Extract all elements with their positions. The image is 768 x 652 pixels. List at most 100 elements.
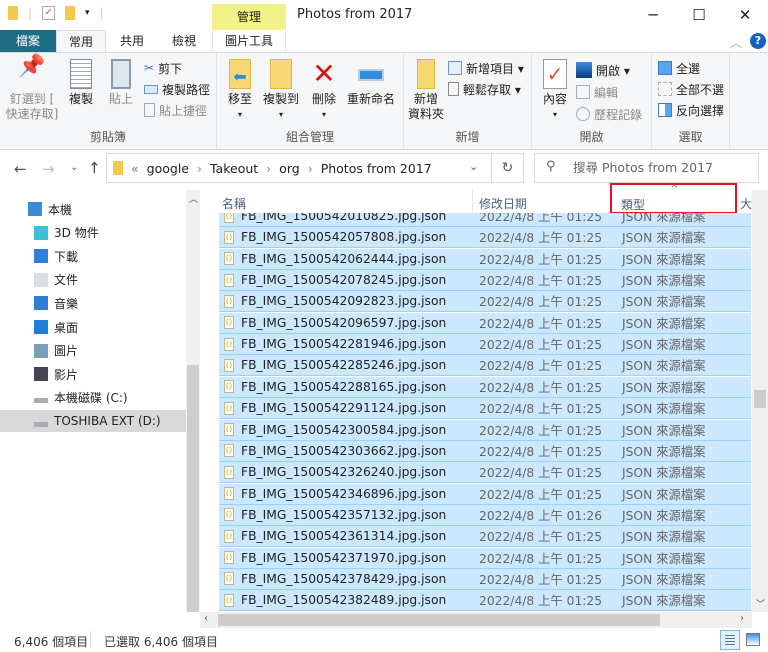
column-type[interactable]: 類型	[621, 196, 645, 213]
delete-button[interactable]: ✕ 刪除 ▾	[309, 59, 339, 122]
paste-shortcut-button[interactable]: 貼上捷徑	[144, 101, 207, 119]
tab-picture-tools[interactable]: 圖片工具	[212, 30, 286, 52]
cut-button[interactable]: ✂ 剪下	[144, 59, 182, 77]
file-row[interactable]: {} FB_IMG_1500542078245.jpg.json 2022/4/8 …	[219, 270, 751, 292]
file-row[interactable]: {} FB_IMG_1500542326240.jpg.json 2022/4/8 …	[219, 462, 751, 484]
nav-item[interactable]: 音樂	[0, 292, 186, 314]
edit-button[interactable]: 編輯	[576, 83, 618, 101]
tab-file[interactable]: 檔案	[0, 30, 56, 52]
easy-access-button[interactable]: 輕鬆存取 ▾	[448, 80, 521, 98]
new-item-button[interactable]: 新增項目 ▾	[448, 59, 524, 77]
help-icon[interactable]: ?	[750, 33, 766, 49]
image-open-icon	[576, 62, 592, 78]
file-row[interactable]: {} FB_IMG_1500542010825.jpg.json 2022/4/8 …	[219, 213, 751, 227]
file-row[interactable]: {} FB_IMG_1500542346896.jpg.json 2022/4/8 …	[219, 483, 751, 505]
rename-button[interactable]: 重新命名	[345, 59, 397, 107]
nav-scrollbar[interactable]: ︿	[186, 190, 200, 612]
invert-selection-button[interactable]: 反向選擇	[658, 101, 724, 119]
refresh-button[interactable]: ↻	[491, 154, 523, 182]
list-scrollbar-thumb[interactable]	[754, 390, 766, 408]
tab-home[interactable]: 常用	[56, 30, 106, 52]
pin-quick-access-button[interactable]: 📌 釘選到 [快速存取]	[4, 56, 60, 122]
file-row[interactable]: {} FB_IMG_1500542371970.jpg.json 2022/4/8 …	[219, 547, 751, 569]
column-size[interactable]: 大	[740, 195, 752, 212]
address-bar[interactable]: « google › Takeout › org › Photos from 2017…	[106, 153, 524, 183]
nav-item[interactable]: 文件	[0, 269, 186, 291]
json-file-icon: {}	[224, 316, 234, 330]
column-name[interactable]: 名稱	[222, 195, 246, 212]
new-folder-icon	[417, 59, 435, 89]
horizontal-scrollbar-thumb[interactable]	[218, 614, 660, 626]
details-view-button[interactable]	[720, 630, 740, 650]
file-row[interactable]: {} FB_IMG_1500542300584.jpg.json 2022/4/8 …	[219, 419, 751, 441]
nav-item[interactable]: 本機	[0, 198, 186, 220]
nav-item[interactable]: 3D 物件	[0, 222, 186, 244]
new-folder-icon[interactable]	[65, 6, 76, 20]
file-row[interactable]: {} FB_IMG_1500542361314.jpg.json 2022/4/8 …	[219, 526, 751, 548]
tab-share[interactable]: 共用	[110, 30, 154, 52]
context-tab-manage[interactable]: 管理	[212, 4, 286, 30]
forward-button[interactable]: →	[42, 160, 55, 178]
file-row[interactable]: {} FB_IMG_1500542378429.jpg.json 2022/4/8 …	[219, 568, 751, 590]
nav-item[interactable]: TOSHIBA EXT (D:)	[0, 410, 186, 433]
file-row[interactable]: {} FB_IMG_1500542281946.jpg.json 2022/4/8 …	[219, 334, 751, 356]
file-row[interactable]: {} FB_IMG_1500542092823.jpg.json 2022/4/8 …	[219, 291, 751, 313]
breadcrumb-takeout[interactable]: Takeout	[210, 161, 258, 176]
paste-button[interactable]: 貼上	[104, 59, 138, 107]
breadcrumb-google[interactable]: google	[147, 161, 189, 176]
customize-qat-icon[interactable]: ▾	[85, 8, 90, 18]
json-file-icon: {}	[224, 380, 234, 394]
file-row[interactable]: {} FB_IMG_1500542096597.jpg.json 2022/4/8 …	[219, 312, 751, 334]
select-all-button[interactable]: 全選	[658, 59, 700, 77]
list-vertical-scrollbar[interactable]: ﹀	[752, 190, 768, 612]
up-button[interactable]: ↑	[88, 159, 101, 177]
copy-button[interactable]: 複製	[64, 59, 98, 107]
select-none-button[interactable]: 全部不選	[658, 80, 724, 98]
collapse-ribbon-icon[interactable]: ︿	[730, 34, 742, 51]
properties-button[interactable]: ✓ 內容 ▾	[538, 59, 572, 122]
file-row[interactable]: {} FB_IMG_1500542288165.jpg.json 2022/4/8 …	[219, 376, 751, 398]
nav-item[interactable]: 下載	[0, 245, 186, 267]
breadcrumb-org[interactable]: org	[279, 161, 300, 176]
close-button[interactable]: ✕	[722, 4, 768, 26]
select-all-icon	[658, 61, 672, 75]
properties-icon[interactable]: ✓	[42, 6, 56, 20]
column-date[interactable]: 修改日期	[479, 195, 527, 212]
file-row[interactable]: {} FB_IMG_1500542062444.jpg.json 2022/4/8 …	[219, 248, 751, 270]
back-button[interactable]: ←	[14, 160, 27, 178]
new-folder-button[interactable]: 新增 資料夾	[406, 59, 446, 122]
file-row[interactable]: {} FB_IMG_1500542291124.jpg.json 2022/4/8 …	[219, 398, 751, 420]
copy-path-button[interactable]: 複製路徑	[144, 80, 210, 98]
recent-locations-button[interactable]: ⌄	[70, 162, 78, 173]
copy-to-button[interactable]: 複製到 ▾	[261, 59, 301, 122]
search-input[interactable]: 搜尋 Photos from 2017	[534, 153, 759, 183]
list-horizontal-scrollbar[interactable]: ‹ ›	[200, 612, 752, 628]
nav-item[interactable]: 圖片	[0, 340, 186, 362]
breadcrumb-overflow[interactable]: «	[131, 161, 139, 176]
folder-icon[interactable]	[8, 6, 18, 20]
nav-item[interactable]: 本機磁碟 (C:)	[0, 387, 186, 409]
file-row[interactable]: {} FB_IMG_1500542285246.jpg.json 2022/4/8 …	[219, 355, 751, 377]
maximize-button[interactable]: ☐	[676, 4, 722, 26]
file-row[interactable]: {} FB_IMG_1500542057808.jpg.json 2022/4/8 …	[219, 227, 751, 249]
json-file-icon: {}	[224, 213, 234, 223]
scissors-icon: ✂	[144, 61, 155, 75]
open-button[interactable]: 開啟 ▾	[576, 61, 630, 79]
move-to-button[interactable]: ⬅ 移至 ▾	[223, 59, 257, 122]
file-row[interactable]: {} FB_IMG_1500542382489.jpg.json 2022/4/8 …	[219, 590, 751, 612]
minimize-button[interactable]: ─	[630, 4, 676, 26]
file-row[interactable]: {} FB_IMG_1500542357132.jpg.json 2022/4/8 …	[219, 504, 751, 526]
window-title: Photos from 2017	[297, 7, 413, 22]
nav-scrollbar-thumb[interactable]	[187, 365, 199, 612]
file-row[interactable]: {} FB_IMG_1500542303662.jpg.json 2022/4/8 …	[219, 440, 751, 462]
large-icons-view-button[interactable]	[746, 633, 760, 646]
nav-item[interactable]: 影片	[0, 363, 186, 385]
history-button[interactable]: 歷程記錄	[576, 105, 642, 123]
organize-group: ⬅ 移至 ▾ 複製到 ▾ ✕ 刪除 ▾ 重新命名 組合管理	[217, 53, 404, 149]
breadcrumb-photos-from-2017[interactable]: Photos from 2017	[321, 161, 432, 176]
address-dropdown-icon[interactable]: ⌄	[469, 160, 478, 173]
tab-view[interactable]: 檢視	[162, 30, 206, 52]
nav-item[interactable]: 桌面	[0, 316, 186, 338]
select-group: 全選 全部不選 反向選擇 選取	[652, 53, 730, 149]
json-file-icon: {}	[224, 358, 234, 372]
